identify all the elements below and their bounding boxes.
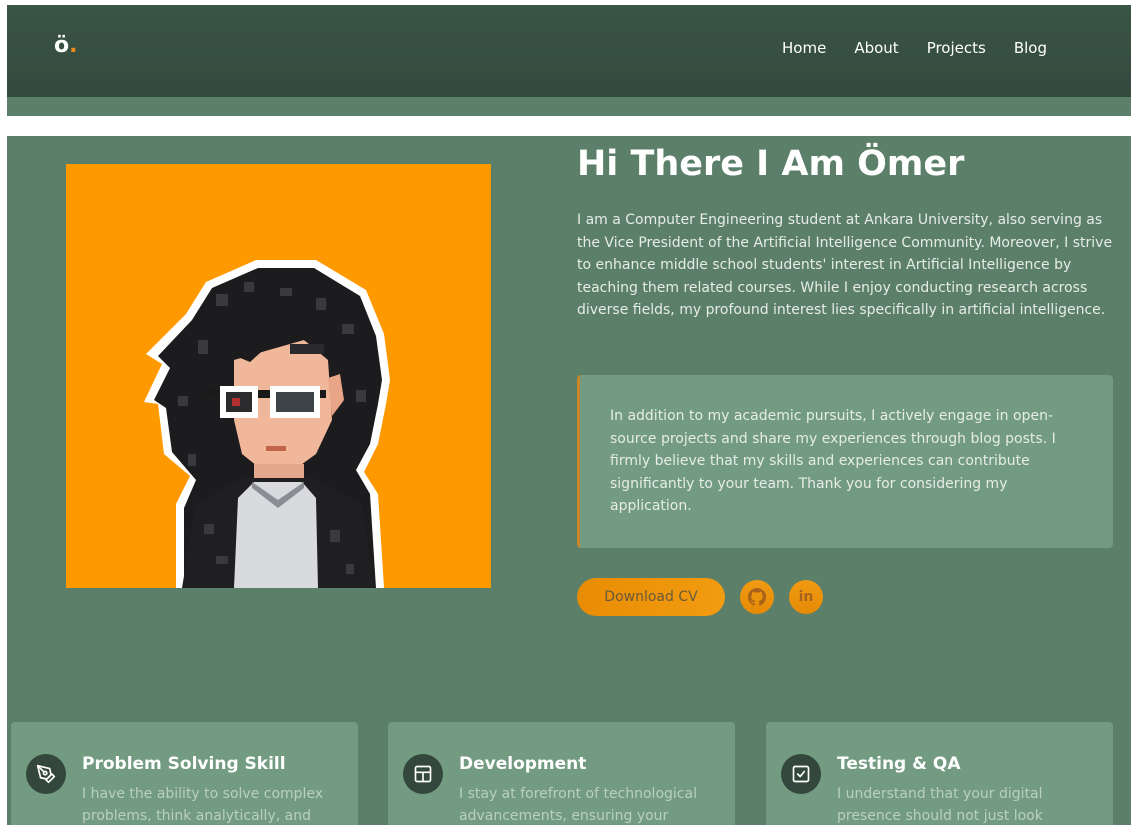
logo-text: ö xyxy=(54,33,70,58)
github-button[interactable] xyxy=(740,580,774,614)
nav-link-projects[interactable]: Projects xyxy=(927,39,986,57)
card-text: I have the ability to solve complex prob… xyxy=(82,786,324,824)
layout-icon xyxy=(403,754,443,794)
logo[interactable]: ö. xyxy=(54,33,77,58)
card-text: I understand that your digital presence … xyxy=(837,786,1043,824)
skill-card-development: Development I stay at forefront of techn… xyxy=(388,722,735,825)
hero-title: Hi There I Am Ömer xyxy=(577,144,965,184)
card-text: I stay at forefront of technological adv… xyxy=(459,786,697,824)
hero-section: Hi There I Am Ömer I am a Computer Engin… xyxy=(7,136,1131,825)
skill-card-problem-solving: Problem Solving Skill I have the ability… xyxy=(11,722,358,825)
github-icon xyxy=(748,588,766,606)
linkedin-button[interactable]: in xyxy=(789,580,823,614)
quote-box: In addition to my academic pursuits, I a… xyxy=(577,375,1113,548)
avatar-image xyxy=(66,164,491,588)
pixel-avatar-illustration xyxy=(144,260,390,588)
nav-links: Home About Projects Blog xyxy=(782,39,1047,57)
nav-link-blog[interactable]: Blog xyxy=(1014,39,1047,57)
nav-link-home[interactable]: Home xyxy=(782,39,826,57)
checkbox-icon xyxy=(781,754,821,794)
quote-text: In addition to my academic pursuits, I a… xyxy=(610,408,1056,515)
linkedin-icon: in xyxy=(798,589,814,605)
logo-dot: . xyxy=(69,33,78,58)
skill-card-testing: Testing & QA I understand that your digi… xyxy=(766,722,1113,825)
navbar: ö. Home About Projects Blog xyxy=(7,5,1131,97)
card-title: Testing & QA xyxy=(837,754,961,774)
card-title: Development xyxy=(459,754,587,774)
card-title: Problem Solving Skill xyxy=(82,754,286,774)
pen-tool-icon xyxy=(26,754,66,794)
nav-link-about[interactable]: About xyxy=(854,39,898,57)
hero-intro: I am a Computer Engineering student at A… xyxy=(577,212,1113,319)
download-cv-button[interactable]: Download CV xyxy=(577,578,725,616)
nav-bottom-strip xyxy=(7,97,1131,116)
